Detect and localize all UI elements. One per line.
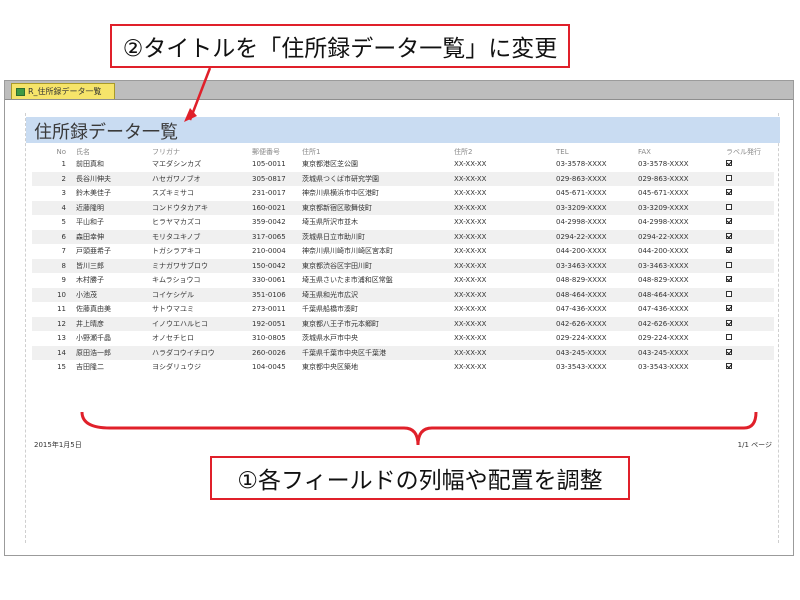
brace-icon — [80, 411, 758, 446]
annotation-overlay — [80, 67, 758, 446]
annotation-callout-fields: ①各フィールドの列幅や配置を調整 — [210, 456, 630, 500]
annotation-text-fields: ①各フィールドの列幅や配置を調整 — [237, 468, 603, 494]
